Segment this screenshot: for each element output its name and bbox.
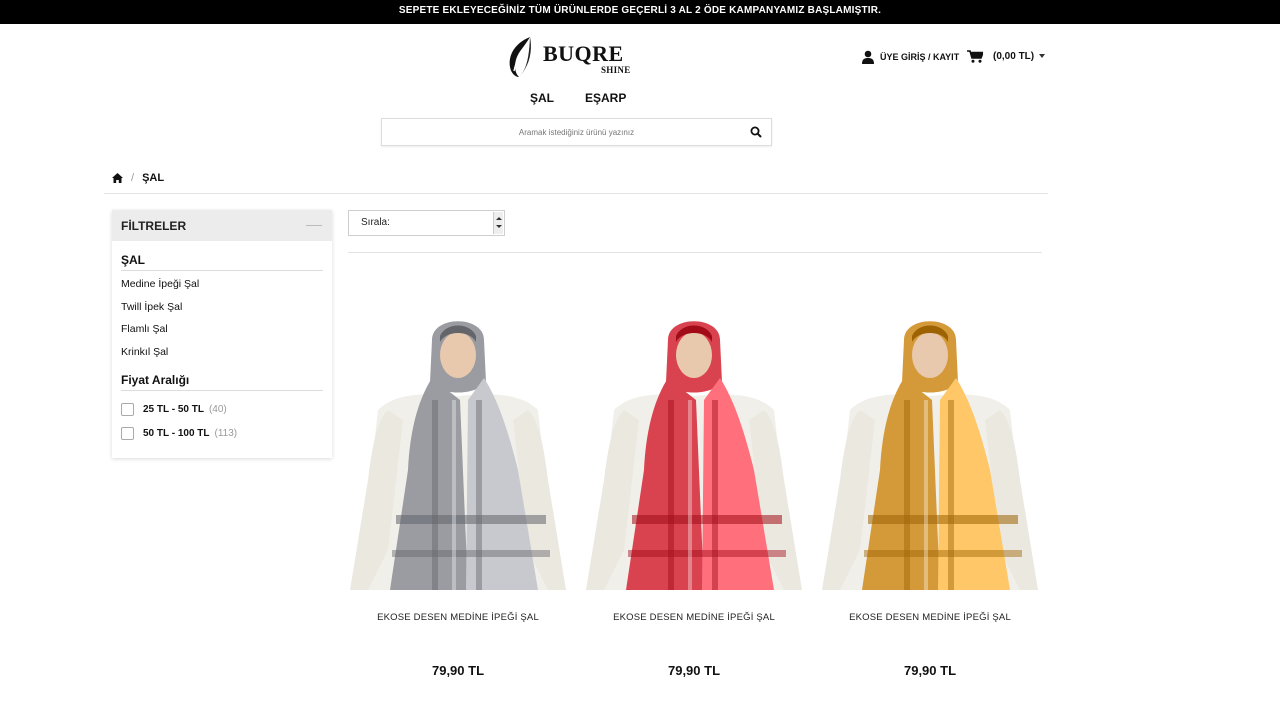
divider [348,252,1042,253]
cart-icon [967,49,983,63]
breadcrumb-current[interactable]: ŞAL [142,172,164,184]
product-price: 79,90 TL [903,663,957,678]
price-range-option[interactable]: 50 TL - 100 TL (113) [121,427,237,440]
home-icon[interactable] [112,173,123,183]
product-name[interactable]: EKOSE DESEN MEDİNE İPEĞİ ŞAL [584,612,804,623]
nav-item-esarp[interactable]: EŞARP [585,91,626,105]
product-image[interactable] [820,300,1040,590]
price-range-checkbox[interactable] [121,403,134,416]
search-icon[interactable] [750,126,762,138]
breadcrumb-separator: / [131,172,135,184]
product-card[interactable]: EKOSE DESEN MEDİNE İPEĞİ ŞAL 79,90 TL [584,300,804,690]
brand-name: BUQRE [543,41,624,66]
brand-logo[interactable]: BUQRE SHINE [505,34,640,80]
search-input[interactable] [382,119,771,145]
product-price: 79,90 TL [431,663,485,678]
product-name[interactable]: EKOSE DESEN MEDİNE İPEĞİ ŞAL [348,612,568,623]
price-range-count: (113) [214,428,238,439]
product-image[interactable] [348,300,568,590]
feather-logo-icon [509,37,531,77]
sort-select[interactable]: Sırala: [348,210,505,236]
cart-total: (0,00 TL) [993,50,1035,62]
price-range-label: 50 TL - 100 TL [143,428,210,439]
cart-button[interactable]: (0,00 TL) [967,48,1046,64]
price-range-checkbox[interactable] [121,427,134,440]
user-icon [862,50,874,64]
select-arrows-icon [493,212,503,234]
filter-category-item[interactable]: Twill İpek Şal [121,301,182,313]
product-name[interactable]: EKOSE DESEN MEDİNE İPEĞİ ŞAL [820,612,1040,623]
price-section-title: Fiyat Aralığı [121,373,190,387]
product-price: 79,90 TL [667,663,721,678]
filter-panel-header: FİLTRELER [112,210,332,241]
filter-category-item[interactable]: Flamlı Şal [121,323,168,335]
filter-category-item[interactable]: Krinkıl Şal [121,346,168,358]
search-box [381,118,772,146]
price-range-label: 25 TL - 50 TL [143,404,204,415]
sort-label: Sırala: [361,217,390,228]
collapse-icon[interactable] [306,225,322,226]
filter-panel: FİLTRELER ŞAL Medine İpeği Şal Twill İpe… [112,210,332,458]
announcement-bar: SEPETE EKLEYECEĞİNİZ TÜM ÜRÜNLERDE GEÇER… [0,0,1280,24]
product-image[interactable] [584,300,804,590]
account-label: ÜYE GİRİŞ / KAYIT [880,52,960,62]
divider [121,390,323,391]
price-range-option[interactable]: 25 TL - 50 TL (40) [121,403,227,416]
price-range-count: (40) [208,404,227,415]
divider [104,193,1048,194]
account-link[interactable]: ÜYE GİRİŞ / KAYIT [862,49,959,65]
breadcrumb: / ŞAL [112,171,164,185]
filter-panel-title: FİLTRELER [121,219,187,233]
product-card[interactable]: EKOSE DESEN MEDİNE İPEĞİ ŞAL 79,90 TL [348,300,568,690]
divider [121,270,323,271]
nav-item-sal[interactable]: ŞAL [530,91,554,105]
brand-tagline: SHINE [601,65,631,75]
category-section-title: ŞAL [121,253,145,267]
product-card[interactable]: EKOSE DESEN MEDİNE İPEĞİ ŞAL 79,90 TL [820,300,1040,690]
chevron-down-icon [1039,54,1046,58]
filter-category-item[interactable]: Medine İpeği Şal [121,278,199,290]
